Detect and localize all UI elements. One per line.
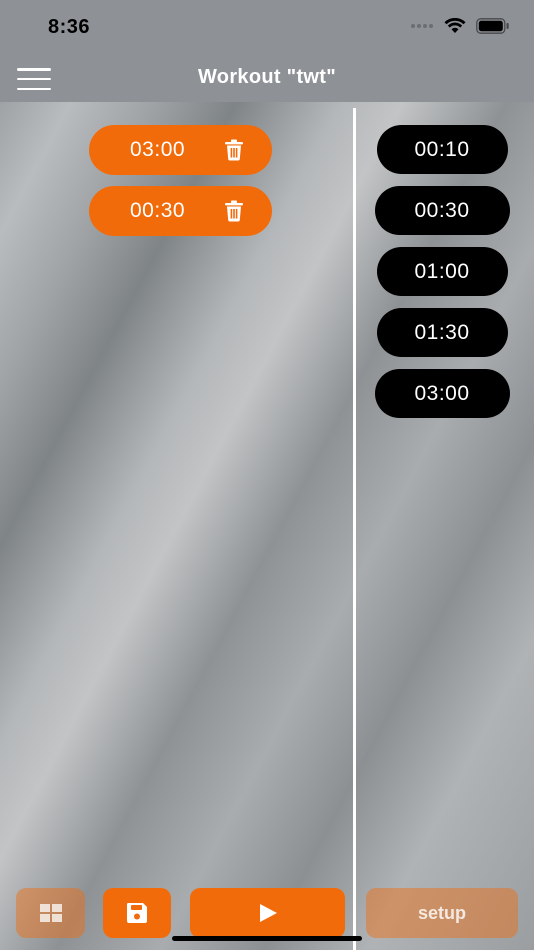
setup-button[interactable]: setup	[366, 888, 518, 938]
save-button[interactable]	[103, 888, 171, 938]
signal-icon	[411, 24, 433, 28]
page-title: Workout "twt"	[197, 66, 337, 88]
preset-time-button[interactable]: 00:10	[376, 125, 508, 174]
preset-time-button[interactable]: 00:30	[374, 186, 510, 235]
interval-time: 00:30	[130, 199, 186, 222]
preset-time-list: 00:10 00:30 01:00 01:30 03:00	[374, 125, 510, 430]
status-time: 8:36	[48, 16, 91, 38]
column-divider	[353, 108, 356, 950]
status-icons	[410, 18, 510, 34]
save-icon	[127, 903, 147, 923]
interval-time: 03:00	[130, 138, 186, 161]
preset-time-button[interactable]: 01:30	[376, 308, 508, 357]
play-icon	[259, 904, 277, 922]
nav-bar: Workout "twt"	[0, 54, 534, 102]
battery-icon	[476, 18, 509, 34]
preset-time-button[interactable]: 01:00	[376, 247, 508, 296]
trash-icon[interactable]	[223, 200, 245, 222]
status-bar: 8:36	[0, 0, 534, 54]
workout-interval-list: 03:00 00:30	[89, 125, 272, 247]
play-button[interactable]	[190, 888, 345, 938]
home-indicator[interactable]	[172, 936, 362, 941]
interval-item[interactable]: 00:30	[89, 186, 272, 236]
interval-item[interactable]: 03:00	[89, 125, 272, 175]
trash-icon[interactable]	[223, 139, 245, 161]
preset-time-button[interactable]: 03:00	[374, 369, 510, 418]
grid-button[interactable]	[16, 888, 85, 938]
grid-icon	[39, 904, 62, 922]
wifi-icon	[444, 18, 466, 33]
